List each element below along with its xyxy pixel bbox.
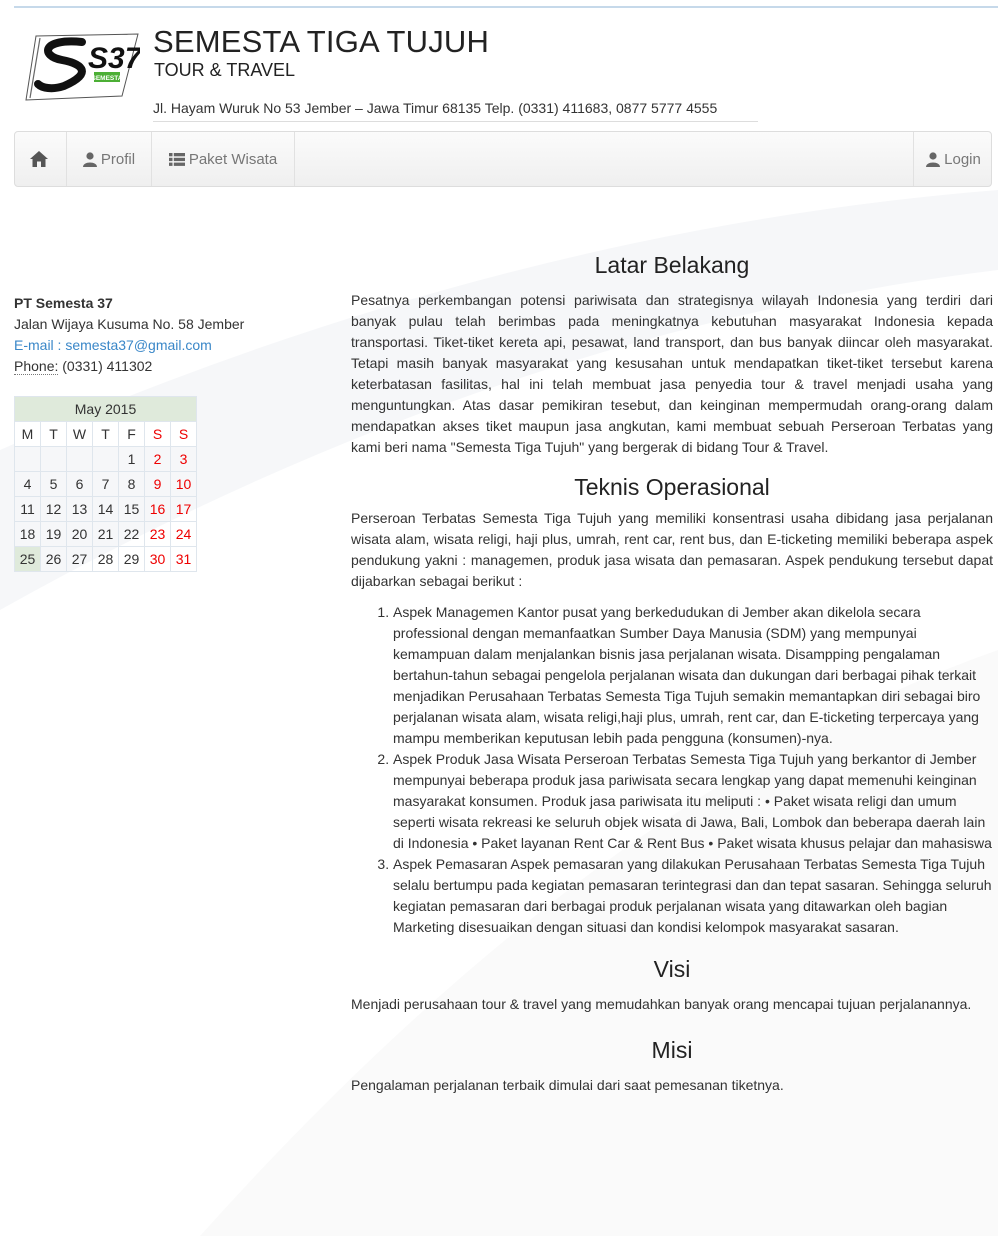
calendar-week: 4 5 6 7 8 9 10 bbox=[14, 471, 197, 497]
calendar: May 2015 MTWTFSS 1 2 3 4 5 6 7 8 9 10 11 12 13 14 15 16… bbox=[14, 396, 197, 572]
calendar-day[interactable]: 30 bbox=[144, 546, 171, 572]
home-icon bbox=[29, 150, 49, 168]
calendar-day-header: F bbox=[118, 421, 145, 447]
calendar-week: 123 bbox=[14, 446, 197, 472]
calendar-day-header: W bbox=[66, 421, 93, 447]
site-title: SEMESTA TIGA TUJUH bbox=[153, 24, 490, 59]
user-icon bbox=[926, 151, 941, 167]
company-info: PT Semesta 37 Jalan Wijaya Kusuma No. 58… bbox=[14, 293, 244, 377]
nav-home[interactable] bbox=[15, 132, 67, 186]
company-phone-line: Phone: (0331) 411302 bbox=[14, 356, 244, 377]
calendar-day[interactable]: 12 bbox=[40, 496, 67, 522]
nav-profil[interactable]: Profil bbox=[67, 132, 152, 186]
calendar-day[interactable]: 8 bbox=[118, 471, 145, 497]
company-email-line: E-mail : semesta37@gmail.com bbox=[14, 335, 244, 356]
latar-belakang-text: Pesatnya perkembangan potensi pariwisata… bbox=[351, 292, 993, 455]
nav-login[interactable]: Login bbox=[913, 132, 993, 186]
calendar-day[interactable]: 31 bbox=[170, 546, 197, 572]
phone-label: Phone: bbox=[14, 358, 59, 375]
calendar-day[interactable]: 19 bbox=[40, 521, 67, 547]
address-divider bbox=[153, 121, 758, 122]
nav-paket-wisata[interactable]: Paket Wisata bbox=[152, 132, 295, 186]
calendar-day[interactable]: 14 bbox=[92, 496, 119, 522]
aspek-item: Aspek Produk Jasa Wisata Perseroan Terba… bbox=[393, 749, 993, 854]
calendar-day[interactable]: 20 bbox=[66, 521, 93, 547]
main-navbar: Profil Paket Wisata Login bbox=[14, 131, 992, 187]
calendar-day[interactable]: 9 bbox=[144, 471, 171, 497]
calendar-day[interactable]: 2 bbox=[144, 446, 171, 472]
misi-text: Pengalaman perjalanan terbaik dimulai da… bbox=[351, 1077, 784, 1093]
calendar-day[interactable]: 15 bbox=[118, 496, 145, 522]
phone-number: (0331) 411302 bbox=[58, 358, 153, 374]
calendar-empty-cell bbox=[66, 446, 93, 472]
calendar-day[interactable]: 26 bbox=[40, 546, 67, 572]
calendar-day[interactable]: 4 bbox=[14, 471, 41, 497]
calendar-day[interactable]: 5 bbox=[40, 471, 67, 497]
top-rule bbox=[14, 6, 998, 8]
calendar-day[interactable]: 17 bbox=[170, 496, 197, 522]
calendar-day[interactable]: 3 bbox=[170, 446, 197, 472]
main-content: Latar Belakang Pesatnya perkembangan pot… bbox=[351, 250, 993, 1096]
calendar-day[interactable]: 1 bbox=[118, 446, 145, 472]
calendar-day-header: S bbox=[170, 421, 197, 447]
nav-login-label: Login bbox=[944, 150, 981, 168]
calendar-day[interactable]: 22 bbox=[118, 521, 145, 547]
visi-text: Menjadi perusahaan tour & travel yang me… bbox=[351, 996, 972, 1012]
company-street: Jalan Wijaya Kusuma No. 58 Jember bbox=[14, 316, 245, 332]
calendar-day-header: M bbox=[14, 421, 41, 447]
calendar-week: 25 26 27 28 29 30 31 bbox=[14, 546, 197, 572]
calendar-day[interactable]: 25 bbox=[14, 546, 41, 572]
site-subtitle: TOUR & TRAVEL bbox=[154, 60, 296, 80]
heading-misi: Misi bbox=[651, 1037, 693, 1063]
calendar-day-header: T bbox=[92, 421, 119, 447]
calendar-day[interactable]: 13 bbox=[66, 496, 93, 522]
nav-profil-label: Profil bbox=[100, 150, 136, 168]
header-address: Jl. Hayam Wuruk No 53 Jember – Jawa Timu… bbox=[153, 100, 718, 116]
heading-teknis-operasional: Teknis Operasional bbox=[574, 474, 770, 500]
calendar-day[interactable]: 21 bbox=[92, 521, 119, 547]
user-icon bbox=[82, 151, 97, 167]
logo-badge: SEMESTA bbox=[92, 75, 123, 82]
calendar-day[interactable]: 11 bbox=[14, 496, 41, 522]
heading-latar-belakang: Latar Belakang bbox=[594, 252, 750, 278]
aspek-list: Aspek Managemen Kantor pusat yang berked… bbox=[351, 602, 993, 938]
logo-text: S37 bbox=[88, 42, 140, 75]
calendar-day[interactable]: 10 bbox=[170, 471, 197, 497]
calendar-empty-cell bbox=[40, 446, 67, 472]
heading-visi: Visi bbox=[653, 956, 691, 982]
email-label: E-mail : bbox=[14, 337, 66, 353]
company-name: PT Semesta 37 bbox=[14, 295, 113, 311]
nav-paket-label: Paket Wisata bbox=[188, 150, 278, 168]
calendar-day[interactable]: 7 bbox=[92, 471, 119, 497]
calendar-month: May 2015 bbox=[14, 396, 197, 422]
calendar-day[interactable]: 23 bbox=[144, 521, 171, 547]
calendar-day[interactable]: 18 bbox=[14, 521, 41, 547]
email-link[interactable]: semesta37@gmail.com bbox=[65, 337, 212, 353]
calendar-day-header: T bbox=[40, 421, 67, 447]
aspek-item: Aspek Pemasaran Aspek pemasaran yang dil… bbox=[393, 854, 993, 938]
aspek-item: Aspek Managemen Kantor pusat yang berked… bbox=[393, 602, 993, 749]
calendar-week: 18 19 20 21 22 23 24 bbox=[14, 521, 197, 547]
calendar-empty-cell bbox=[14, 446, 41, 472]
calendar-empty-cell bbox=[92, 446, 119, 472]
calendar-day[interactable]: 29 bbox=[118, 546, 145, 572]
calendar-week: 11 12 13 14 15 16 17 bbox=[14, 496, 197, 522]
calendar-day[interactable]: 24 bbox=[170, 521, 197, 547]
calendar-day[interactable]: 28 bbox=[92, 546, 119, 572]
calendar-day[interactable]: 27 bbox=[66, 546, 93, 572]
calendar-day-header: S bbox=[144, 421, 171, 447]
teknis-text: Perseroan Terbatas Semesta Tiga Tujuh ya… bbox=[351, 510, 993, 589]
list-icon bbox=[168, 152, 185, 166]
calendar-day[interactable]: 6 bbox=[66, 471, 93, 497]
company-logo: S37 SEMESTA bbox=[25, 33, 140, 101]
calendar-day[interactable]: 16 bbox=[144, 496, 171, 522]
